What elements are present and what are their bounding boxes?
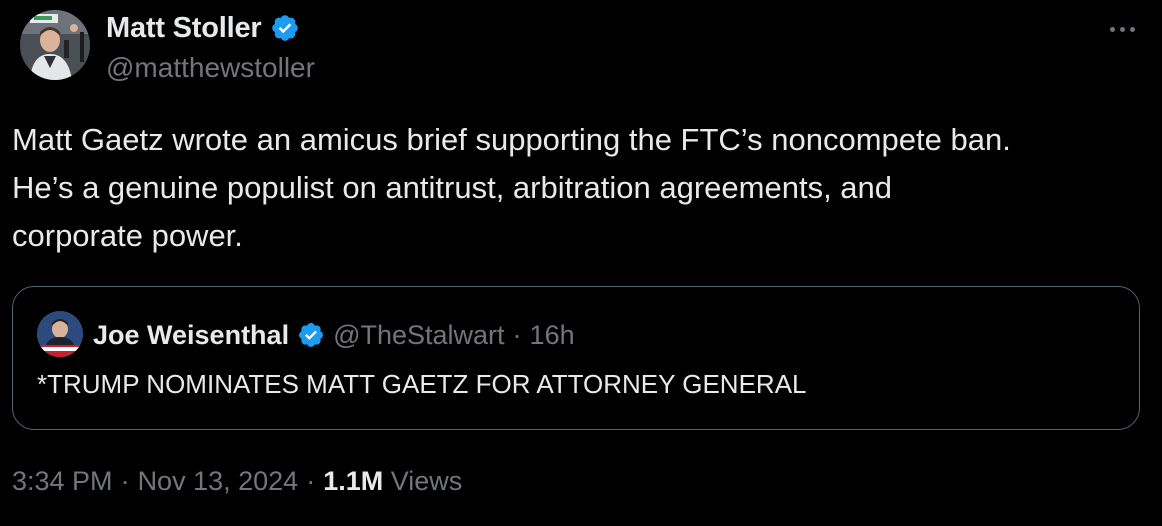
views-count: 1.1M bbox=[323, 466, 384, 496]
tweet-time[interactable]: 3:34 PM bbox=[12, 466, 113, 497]
views-link[interactable]: 1.1M Views bbox=[323, 466, 462, 497]
quote-author-handle[interactable]: @TheStalwart bbox=[333, 320, 504, 351]
profile-photo-icon bbox=[20, 10, 90, 80]
author-handle[interactable]: @matthewstoller bbox=[106, 52, 315, 84]
quote-separator: · bbox=[512, 319, 522, 350]
more-dot-icon bbox=[1109, 26, 1115, 32]
more-dot-icon bbox=[1119, 26, 1125, 32]
quote-header: Joe Weisenthal @TheStalwart · 16h bbox=[93, 315, 575, 355]
quote-timestamp[interactable]: 16h bbox=[530, 320, 575, 351]
tweet-text-line: He’s a genuine populist on antitrust, ar… bbox=[12, 170, 893, 205]
meta-separator: · bbox=[306, 466, 316, 496]
tweet: Matt Stoller @matthewstoller Matt Gaetz … bbox=[0, 0, 1162, 526]
tweet-date[interactable]: Nov 13, 2024 bbox=[138, 466, 299, 497]
meta-separator: · bbox=[120, 466, 130, 496]
quote-author-display-name[interactable]: Joe Weisenthal bbox=[93, 320, 289, 351]
views-label: Views bbox=[390, 466, 463, 496]
quote-text: *TRUMP NOMINATES MATT GAETZ FOR ATTORNEY… bbox=[37, 369, 807, 399]
profile-photo-icon bbox=[37, 311, 83, 357]
tweet-meta: 3:34 PM · Nov 13, 2024 · 1.1M Views bbox=[12, 466, 462, 497]
more-dot-icon bbox=[1129, 26, 1135, 32]
tweet-text-line: corporate power. bbox=[12, 218, 243, 253]
tweet-text-line: Matt Gaetz wrote an amicus brief support… bbox=[12, 122, 1011, 157]
author-name-row: Matt Stoller bbox=[106, 10, 300, 46]
verified-badge-icon bbox=[271, 15, 298, 41]
quoted-tweet[interactable]: Joe Weisenthal @TheStalwart · 16h *TRUMP… bbox=[12, 286, 1140, 430]
author-display-name[interactable]: Matt Stoller bbox=[106, 12, 262, 45]
tweet-text: Matt Gaetz wrote an amicus brief support… bbox=[12, 116, 1152, 260]
more-options-button[interactable] bbox=[1100, 14, 1144, 44]
author-avatar[interactable] bbox=[20, 10, 90, 80]
verified-badge-icon bbox=[299, 323, 324, 347]
quote-author-avatar[interactable] bbox=[37, 311, 83, 357]
